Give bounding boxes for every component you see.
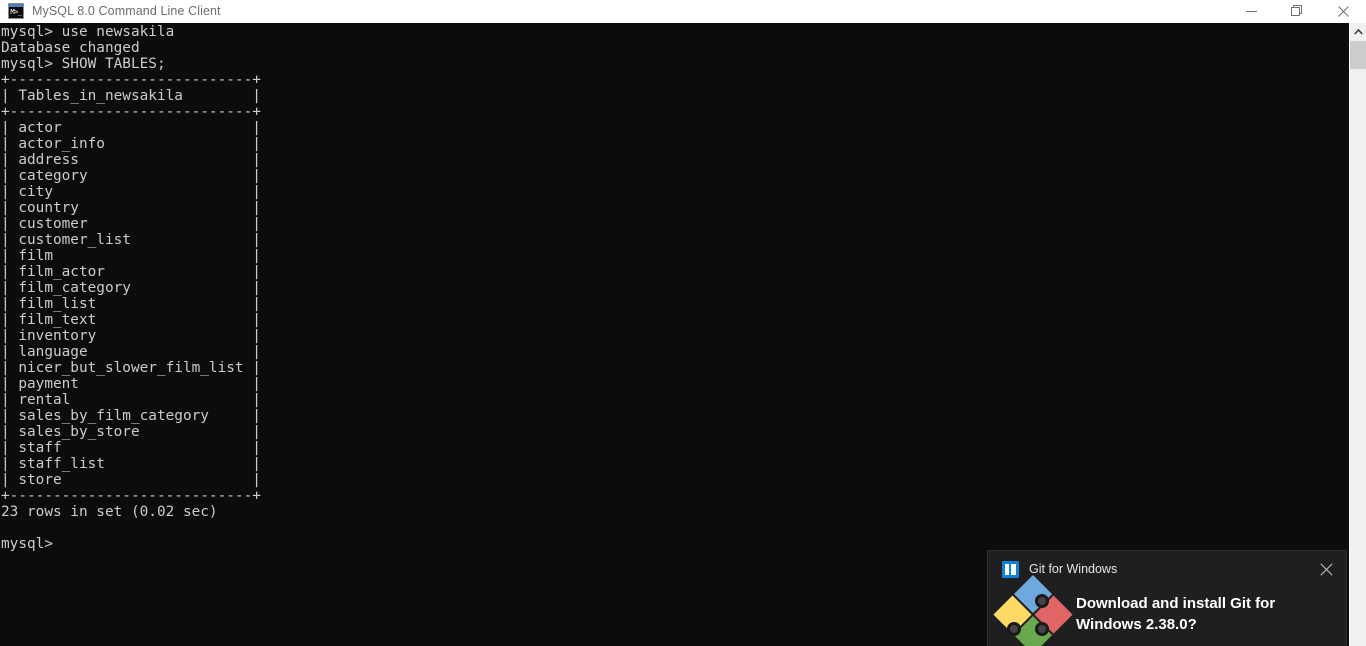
restore-button[interactable]: [1274, 0, 1320, 23]
minimize-icon: [1245, 10, 1257, 12]
close-button[interactable]: [1320, 0, 1366, 23]
window-title: MySQL 8.0 Command Line Client: [32, 4, 221, 18]
restore-icon: [1291, 5, 1302, 16]
window-titlebar[interactable]: M>_ MySQL 8.0 Command Line Client: [0, 0, 1366, 23]
close-icon: [1337, 5, 1349, 17]
git-for-windows-app-icon: [1002, 560, 1019, 578]
terminal-output: mysql> use newsakila Database changed my…: [1, 24, 261, 552]
toast-message: Download and install Git for Windows 2.3…: [1076, 595, 1276, 633]
vertical-scrollbar[interactable]: [1349, 23, 1366, 646]
scrollbar-thumb[interactable]: [1350, 41, 1366, 69]
console-icon: M>_: [8, 3, 24, 19]
notification-toast[interactable]: Git for Windows Download and install Git…: [988, 551, 1346, 646]
scrollbar-up-button[interactable]: [1350, 23, 1366, 40]
toast-body: Download and install Git for Windows 2.3…: [988, 574, 1346, 646]
close-icon: [1319, 562, 1333, 576]
toast-header: Git for Windows: [988, 551, 1346, 587]
git-for-windows-logo: [993, 574, 1073, 646]
toast-app-name: Git for Windows: [1029, 562, 1118, 576]
scrollbar-down-button[interactable]: [1350, 629, 1366, 646]
minimize-button[interactable]: [1228, 0, 1274, 23]
toast-close-button[interactable]: [1306, 551, 1346, 587]
app-icon-inner-shape: [1005, 563, 1016, 575]
chevron-up-icon: [1353, 28, 1363, 35]
console-icon-glyph: M>_: [10, 8, 22, 16]
window-controls: [1228, 0, 1366, 23]
